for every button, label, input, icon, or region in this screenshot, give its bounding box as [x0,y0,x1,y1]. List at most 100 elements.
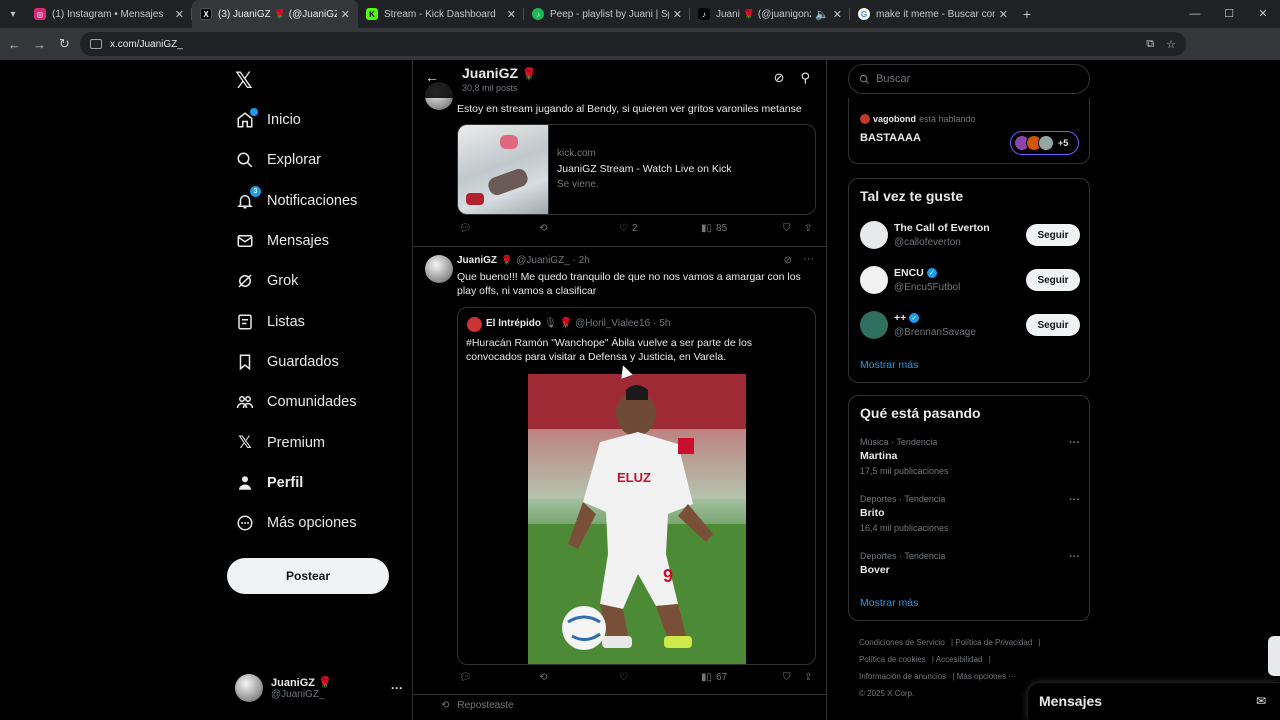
person-icon [235,473,255,493]
more-horizontal-icon[interactable]: ··· [1069,437,1080,449]
link-card[interactable]: kick.com JuaniGZ Stream - Watch Live on … [457,124,816,215]
follow-button[interactable]: Seguir [1026,224,1080,246]
grok-icon [235,271,255,291]
close-window-icon[interactable]: ✕ [1246,0,1280,28]
space-listeners[interactable]: +5 [1010,131,1079,155]
bookmark-icon[interactable]: ⛉ [783,672,791,683]
close-tab-icon[interactable]: ✕ [341,8,350,21]
browser-tab-spotify[interactable]: ♪ Peep - playlist by Juani | Spotify ✕ [524,0,690,28]
nav-notificaciones[interactable]: 3 Notificaciones [235,186,357,216]
avatar [235,674,263,702]
reload-icon[interactable]: ↻ [52,36,77,52]
bookmark-star-icon[interactable]: ☆ [1166,38,1176,51]
live-space-card[interactable]: vagobond está hablando BASTAAAA +5 [848,98,1090,164]
verified-badge-icon: ✓ [926,268,937,278]
messages-drawer[interactable]: Mensajes ✉ [1028,683,1280,720]
follow-button[interactable]: Seguir [1026,314,1080,336]
browser-tab-x[interactable]: X (3) JuaniGZ 🌹 (@JuaniGZ_) / X ✕ [192,0,358,28]
nav-listas[interactable]: Listas [235,307,305,337]
heart-icon[interactable]: ♡ [619,672,628,683]
footballer-photo[interactable]: ELUZ 9 [528,374,746,664]
bookmark-icon[interactable]: ⛉ [783,223,791,234]
forward-icon[interactable]: → [27,37,52,52]
post-button[interactable]: Postear [227,558,389,594]
more-horizontal-icon[interactable]: ··· [1069,494,1080,506]
back-arrow-icon[interactable]: ← [425,69,439,85]
site-info-icon[interactable] [90,39,102,49]
views-button[interactable]: ▮▯ 85 [701,223,727,234]
reply-icon[interactable]: 💬︎ [459,672,472,683]
close-tab-icon[interactable]: ✕ [673,8,682,21]
avatar [860,221,888,249]
repost-icon[interactable]: ⟲ [539,223,547,234]
speaker-icon[interactable]: 🔈 [815,8,829,21]
browser-tab-tiktok[interactable]: ♪ Juani 🌹 (@juanigonz9) | Ti 🔈 ✕ [690,0,850,28]
back-icon[interactable]: ← [2,37,27,52]
nav-premium[interactable]: 𝕏 Premium [235,428,325,458]
close-tab-icon[interactable]: ✕ [507,8,516,21]
browser-tab-instagram[interactable]: ◎ (1) Instagram • Mensajes ✕ [26,0,192,28]
avatar [860,114,870,124]
show-more-link[interactable]: Mostrar más [860,359,918,371]
suggestion-item[interactable]: The Call of Everton @callofeverton Segui… [860,219,1080,251]
tab-search-icon[interactable]: ▾ [0,0,26,28]
reply-icon[interactable]: 💬︎ [459,223,472,234]
new-message-icon[interactable]: ✉ [1256,694,1266,708]
minimize-icon[interactable]: — [1178,0,1212,28]
views-button[interactable]: ▮▯ 67 [701,672,727,683]
rose-icon: 🌹 [318,677,332,689]
home-icon [235,108,258,130]
nav-explorar[interactable]: Explorar [235,145,321,175]
quoted-post[interactable]: El Intrépido 🎙 🌹 @Horil_Vialee16 · 5h #H… [457,307,816,665]
trend-item[interactable]: Deportes · Tendencia Bover ··· [860,551,1080,591]
nav-guardados[interactable]: Guardados [235,347,339,377]
search-input[interactable] [876,73,1076,85]
show-more-link[interactable]: Mostrar más [860,597,918,609]
avatar [860,311,888,339]
new-tab-icon[interactable]: + [1016,6,1038,22]
bell-icon: 3 [235,186,261,211]
more-horizontal-icon[interactable]: ··· [1069,551,1080,563]
envelope-icon [235,231,255,251]
share-icon[interactable]: ⇪ [804,672,812,683]
browser-tab-google[interactable]: G make it meme - Buscar con Go ✕ [850,0,1016,28]
search-box[interactable] [848,64,1090,94]
more-horizontal-icon[interactable]: ··· [391,681,403,695]
browser-tab-kick[interactable]: K Stream - Kick Dashboard ✕ [358,0,524,28]
bookmark-icon [235,352,255,372]
repost-icon[interactable]: ⟲ [539,672,547,683]
close-tab-icon[interactable]: ✕ [175,8,184,21]
trend-item[interactable]: Deportes · Tendencia Brito 16,4 mil publ… [860,494,1080,534]
nav-perfil[interactable]: Perfil [235,468,303,498]
post-2[interactable]: JuaniGZ 🌹 @JuaniGZ_ · 2h ⊘ ··· Que bueno… [413,247,826,692]
suggestion-item[interactable]: ++ ✓ @BrennanSavage Seguir [860,309,1080,341]
address-bar[interactable]: x.com/JuaniGZ_ ⧉ ☆ [80,32,1186,56]
grok-icon[interactable]: ⊘ [774,70,785,86]
nav-inicio[interactable]: Inicio [235,105,301,135]
nav-grok[interactable]: Grok [235,266,298,296]
views-icon: ▮▯ [701,672,713,683]
repost-indicator: ⟲ Reposteaste [441,700,514,711]
x-logo-icon[interactable]: 𝕏 [235,68,253,94]
nav-mas-opciones[interactable]: Más opciones [235,508,356,538]
grok-icon[interactable]: ⊘ [784,255,792,266]
edge-panel-handle[interactable] [1268,636,1280,676]
avatar[interactable] [425,255,453,283]
share-icon[interactable]: ⇪ [804,223,812,234]
trend-item[interactable]: Música · Tendencia Martina 17,5 mil publ… [860,437,1080,477]
more-horizontal-icon[interactable]: ··· [803,253,814,265]
close-tab-icon[interactable]: ✕ [999,8,1008,21]
follow-button[interactable]: Seguir [1026,269,1080,291]
suggestion-item[interactable]: ENCU ✓ @Encu5Futbol Seguir [860,264,1080,296]
like-button[interactable]: ♡ 2 [619,223,638,234]
nav-comunidades[interactable]: Comunidades [235,387,356,417]
nav-mensajes[interactable]: Mensajes [235,226,329,256]
maximize-icon[interactable]: ☐ [1212,0,1246,28]
install-app-icon[interactable]: ⧉ [1146,38,1154,51]
search-icon[interactable]: ⚲ [800,70,810,86]
jersey-number-text: 9 [663,566,673,586]
close-tab-icon[interactable]: ✕ [833,8,842,21]
kick-icon: K [366,8,378,20]
account-switcher[interactable]: JuaniGZ 🌹 @JuaniGZ_ ··· [235,670,403,706]
right-sidebar: vagobond está hablando BASTAAAA +5 Tal v… [848,60,1090,720]
